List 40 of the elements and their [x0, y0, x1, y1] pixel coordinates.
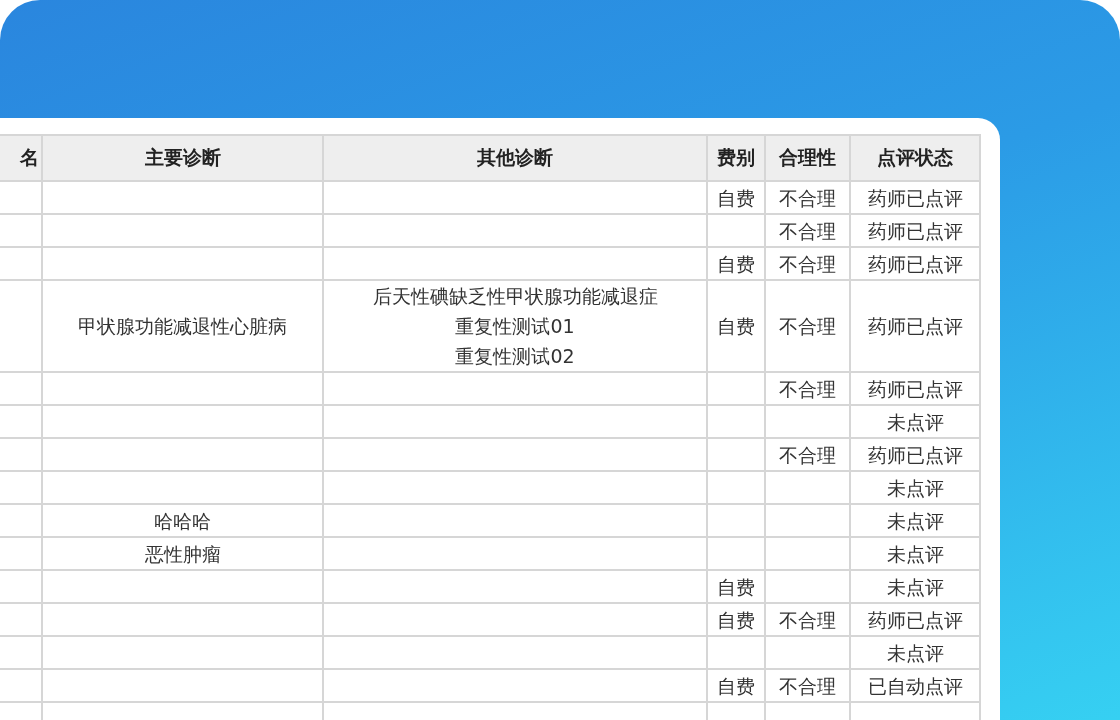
table-cell: 药师已点评 [850, 214, 980, 247]
table-cell: 不合理 [765, 669, 850, 702]
table-cell: 药师已点评 [850, 181, 980, 214]
table-cell: 药师已点评 [850, 372, 980, 405]
table-cell: 自费 [707, 280, 765, 372]
table-cell: 不合理 [765, 181, 850, 214]
table-cell: 不合理 [765, 214, 850, 247]
table-cell: 自费 [707, 570, 765, 603]
diagnosis-text: 重复性测试02 [455, 344, 575, 369]
table-cell: 未点评 [850, 537, 980, 570]
diagnosis-text: 后天性碘缺乏性甲状腺功能减退症 [372, 284, 658, 309]
table-cell: 已自动点评 [850, 669, 980, 702]
table-cell: 恶性肿瘤 [42, 537, 323, 570]
table-cell: 不合理 [765, 247, 850, 280]
column-header: 主要诊断 [42, 135, 323, 181]
table-cell: 自费 [707, 181, 765, 214]
table-cell: 未点评 [850, 636, 980, 669]
column-header: 费别 [707, 135, 765, 181]
table-cell: 未点评 [850, 405, 980, 438]
table-cell: 哈哈哈 [42, 504, 323, 537]
table-cell: 自费 [707, 247, 765, 280]
column-header: 合理性 [765, 135, 850, 181]
table-cell: 未点评 [850, 570, 980, 603]
table-cell: 自费 [707, 669, 765, 702]
table-cell: 药师已点评 [850, 603, 980, 636]
column-header: 点评状态 [850, 135, 980, 181]
table-cell: 甲状腺功能减退性心脏病 [42, 280, 323, 372]
table-cell: 药师已点评 [850, 438, 980, 471]
table-cell: 不合理 [765, 372, 850, 405]
table-cell: 药师已点评 [850, 280, 980, 372]
table-cell: 不合理 [765, 280, 850, 372]
column-header: 名 [0, 135, 42, 181]
table-cell: 不合理 [765, 603, 850, 636]
table-cell: 未点评 [850, 504, 980, 537]
table-cell: 未点评 [850, 471, 980, 504]
column-header: 其他诊断 [323, 135, 707, 181]
table-cell: 不合理 [765, 438, 850, 471]
table-cell: 药师已点评 [850, 247, 980, 280]
diagnosis-text: 重复性测试01 [455, 314, 575, 339]
table-cell: 自费 [707, 603, 765, 636]
